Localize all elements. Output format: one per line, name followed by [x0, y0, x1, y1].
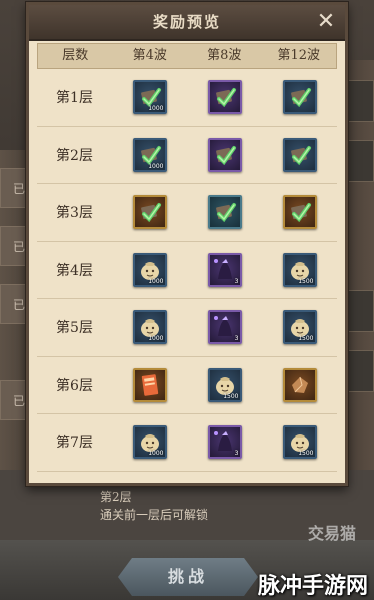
right-card	[348, 80, 374, 122]
reward-item[interactable]: 1000	[132, 80, 167, 115]
reward-cell: 1000	[112, 310, 187, 345]
close-icon: ✕	[316, 9, 336, 34]
reward-item[interactable]	[282, 367, 317, 402]
reward-item[interactable]: 1000	[132, 425, 167, 460]
reward-quantity: 1000	[148, 277, 164, 285]
reward-item[interactable]: 3	[207, 310, 242, 345]
table-row: 第7层 1000 3 1500	[37, 414, 337, 472]
reward-item[interactable]	[207, 137, 242, 172]
reward-item[interactable]	[282, 195, 317, 230]
reward-cell	[262, 195, 337, 230]
table-row: 第4层 1000 3 1500	[37, 242, 337, 299]
reward-quantity: 1000	[148, 450, 164, 458]
reward-cell: 3	[187, 425, 262, 460]
reward-item[interactable]	[207, 195, 242, 230]
reward-cell: 1000	[112, 80, 187, 115]
table-row: 第1层 1000	[37, 69, 337, 127]
header-wave-4: 第4波	[132, 48, 167, 63]
table-row: 第6层 1500	[37, 357, 337, 414]
left-tab-2[interactable]: 已	[0, 226, 28, 266]
reward-item[interactable]: 3	[207, 425, 242, 460]
reward-quantity: 1500	[298, 335, 314, 343]
challenge-button[interactable]: 挑战	[118, 558, 258, 596]
reward-item[interactable]: 1500	[207, 367, 242, 402]
floor-label: 第4层	[56, 262, 93, 279]
floor-label: 第3层	[56, 205, 93, 222]
level-label: 第2层	[100, 490, 132, 504]
reward-cell: 1500	[262, 425, 337, 460]
reward-cell: 1000	[112, 425, 187, 460]
modal-title: 奖励预览	[152, 13, 221, 31]
reward-cell	[187, 195, 262, 230]
reward-item[interactable]	[132, 195, 167, 230]
header-wave-8: 第8波	[207, 48, 242, 63]
floor-label: 第7层	[56, 435, 93, 452]
reward-cell	[112, 195, 187, 230]
reward-cell: 3	[187, 310, 262, 345]
table-row: 第2层 1000	[37, 127, 337, 184]
reward-item[interactable]	[207, 80, 242, 115]
reward-cell	[262, 367, 337, 402]
reward-cell	[187, 80, 262, 115]
right-card	[348, 350, 374, 392]
reward-item[interactable]: 1000	[132, 310, 167, 345]
unlock-hint: 通关前一层后可解锁	[100, 508, 209, 522]
reward-quantity: 1000	[148, 105, 164, 113]
reward-item[interactable]	[282, 137, 317, 172]
reward-item[interactable]: 1500	[282, 425, 317, 460]
reward-item[interactable]	[282, 80, 317, 115]
floor-label: 第5层	[56, 320, 93, 337]
reward-item[interactable]	[132, 367, 167, 402]
reward-cell: 1000	[112, 137, 187, 172]
header-floor: 层数	[62, 48, 89, 63]
reward-cell	[112, 367, 187, 402]
table-row: 第3层	[37, 184, 337, 242]
reward-item[interactable]: 1500	[282, 310, 317, 345]
reward-cell	[262, 80, 337, 115]
reward-quantity: 3	[234, 335, 239, 343]
reward-item[interactable]: 1000	[132, 137, 167, 172]
reward-item[interactable]: 3	[207, 252, 242, 287]
reward-cell	[187, 137, 262, 172]
table-header: 层数 第4波 第8波 第12波	[37, 43, 337, 69]
reward-preview-modal: 奖励预览 ✕ 层数 第4波 第8波 第12波 第1层 1000 第2层 1000 第3层…	[26, 2, 348, 486]
reward-quantity: 1000	[148, 335, 164, 343]
reward-cell: 1500	[262, 310, 337, 345]
header-wave-12: 第12波	[277, 48, 321, 63]
reward-cell: 3	[187, 252, 262, 287]
reward-quantity: 1500	[223, 392, 239, 400]
floor-label: 第1层	[56, 90, 93, 107]
reward-quantity: 3	[234, 277, 239, 285]
reward-cell: 1000	[112, 252, 187, 287]
left-tab-3[interactable]: 已	[0, 284, 28, 324]
reward-quantity: 3	[234, 450, 239, 458]
watermark-text: 脉冲手游网	[257, 574, 368, 599]
left-tab-4[interactable]: 已	[0, 380, 28, 420]
watermark-logo: 交易猫	[307, 524, 356, 543]
reward-item[interactable]: 1500	[282, 252, 317, 287]
reward-item[interactable]: 1000	[132, 252, 167, 287]
right-card	[348, 290, 374, 332]
reward-cell: 1500	[187, 367, 262, 402]
table-row: 第5层 1000 3 1500	[37, 299, 337, 357]
reward-table: 层数 第4波 第8波 第12波 第1层 1000 第2层 1000 第3层第4层 1000…	[37, 43, 337, 472]
reward-cell: 1500	[262, 252, 337, 287]
right-card	[348, 140, 374, 182]
left-tab-1[interactable]: 已	[0, 168, 28, 208]
reward-quantity: 1500	[298, 450, 314, 458]
reward-cell	[262, 137, 337, 172]
floor-label: 第6层	[56, 377, 93, 394]
floor-label: 第2层	[56, 147, 93, 164]
reward-quantity: 1000	[148, 162, 164, 170]
close-button[interactable]: ✕	[313, 9, 339, 35]
reward-quantity: 1500	[298, 277, 314, 285]
